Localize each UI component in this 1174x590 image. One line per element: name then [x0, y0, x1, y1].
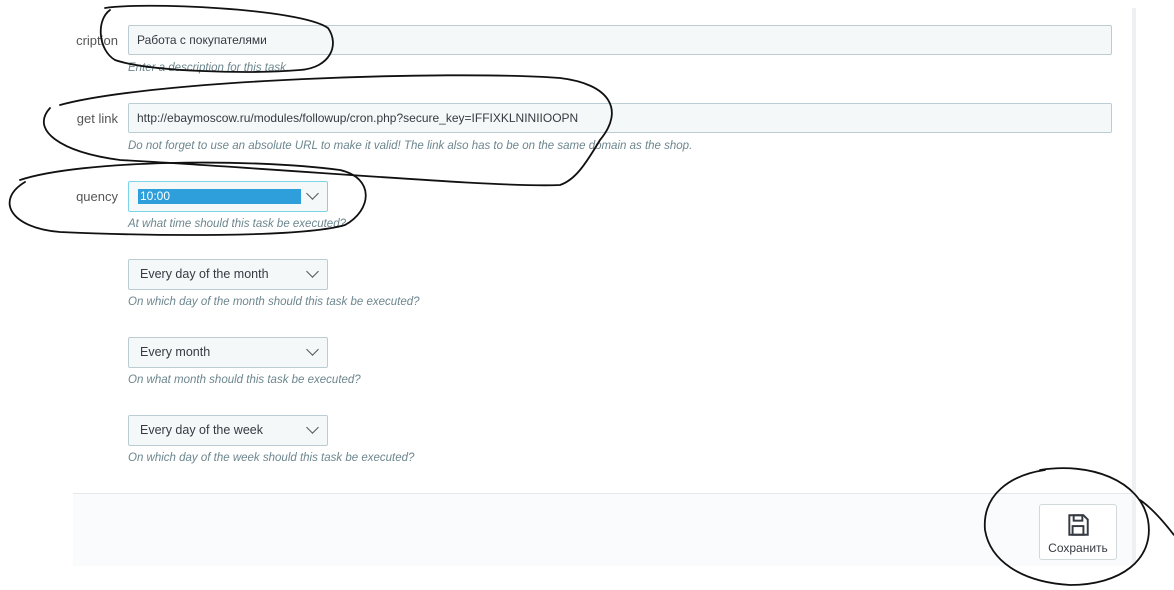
- hour-select[interactable]: 10:00: [128, 181, 328, 212]
- frequency-label: quency: [76, 189, 118, 204]
- save-button-label: Сохранить: [1048, 541, 1108, 555]
- day-of-week-select[interactable]: Every day of the week: [128, 415, 328, 446]
- target-link-input[interactable]: http://ebaymoscow.ru/modules/followup/cr…: [128, 103, 1112, 133]
- month-select[interactable]: Every month: [128, 337, 328, 368]
- target-link-label: get link: [76, 111, 118, 126]
- day-of-month-value: Every day of the month: [140, 267, 269, 281]
- day-of-month-select[interactable]: Every day of the month: [128, 259, 328, 290]
- description-help: Enter a description for this task.: [128, 62, 290, 74]
- day-of-month-help: On which day of the month should this ta…: [128, 296, 420, 308]
- hour-help: At what time should this task be execute…: [128, 218, 346, 230]
- floppy-disk-icon: [1068, 514, 1089, 536]
- hour-select-value: 10:00: [138, 189, 301, 204]
- month-help: On what month should this task be execut…: [128, 374, 361, 386]
- target-link-help: Do not forget to use an absolute URL to …: [128, 140, 693, 152]
- month-value: Every month: [140, 345, 211, 359]
- chevron-down-icon: [306, 421, 319, 434]
- day-of-week-help: On which day of the week should this tas…: [128, 452, 415, 464]
- description-value: Работа с покупателями: [137, 33, 267, 47]
- panel-edge: [1132, 8, 1136, 565]
- description-label: cription: [76, 33, 118, 48]
- target-link-value: http://ebaymoscow.ru/modules/followup/cr…: [137, 111, 579, 125]
- save-button[interactable]: Сохранить: [1039, 504, 1117, 560]
- description-input[interactable]: Работа с покупателями: [128, 25, 1112, 55]
- chevron-down-icon: [306, 265, 319, 278]
- chevron-down-icon: [306, 187, 319, 200]
- chevron-down-icon: [306, 343, 319, 356]
- day-of-week-value: Every day of the week: [140, 423, 263, 437]
- panel-footer: [73, 493, 1132, 566]
